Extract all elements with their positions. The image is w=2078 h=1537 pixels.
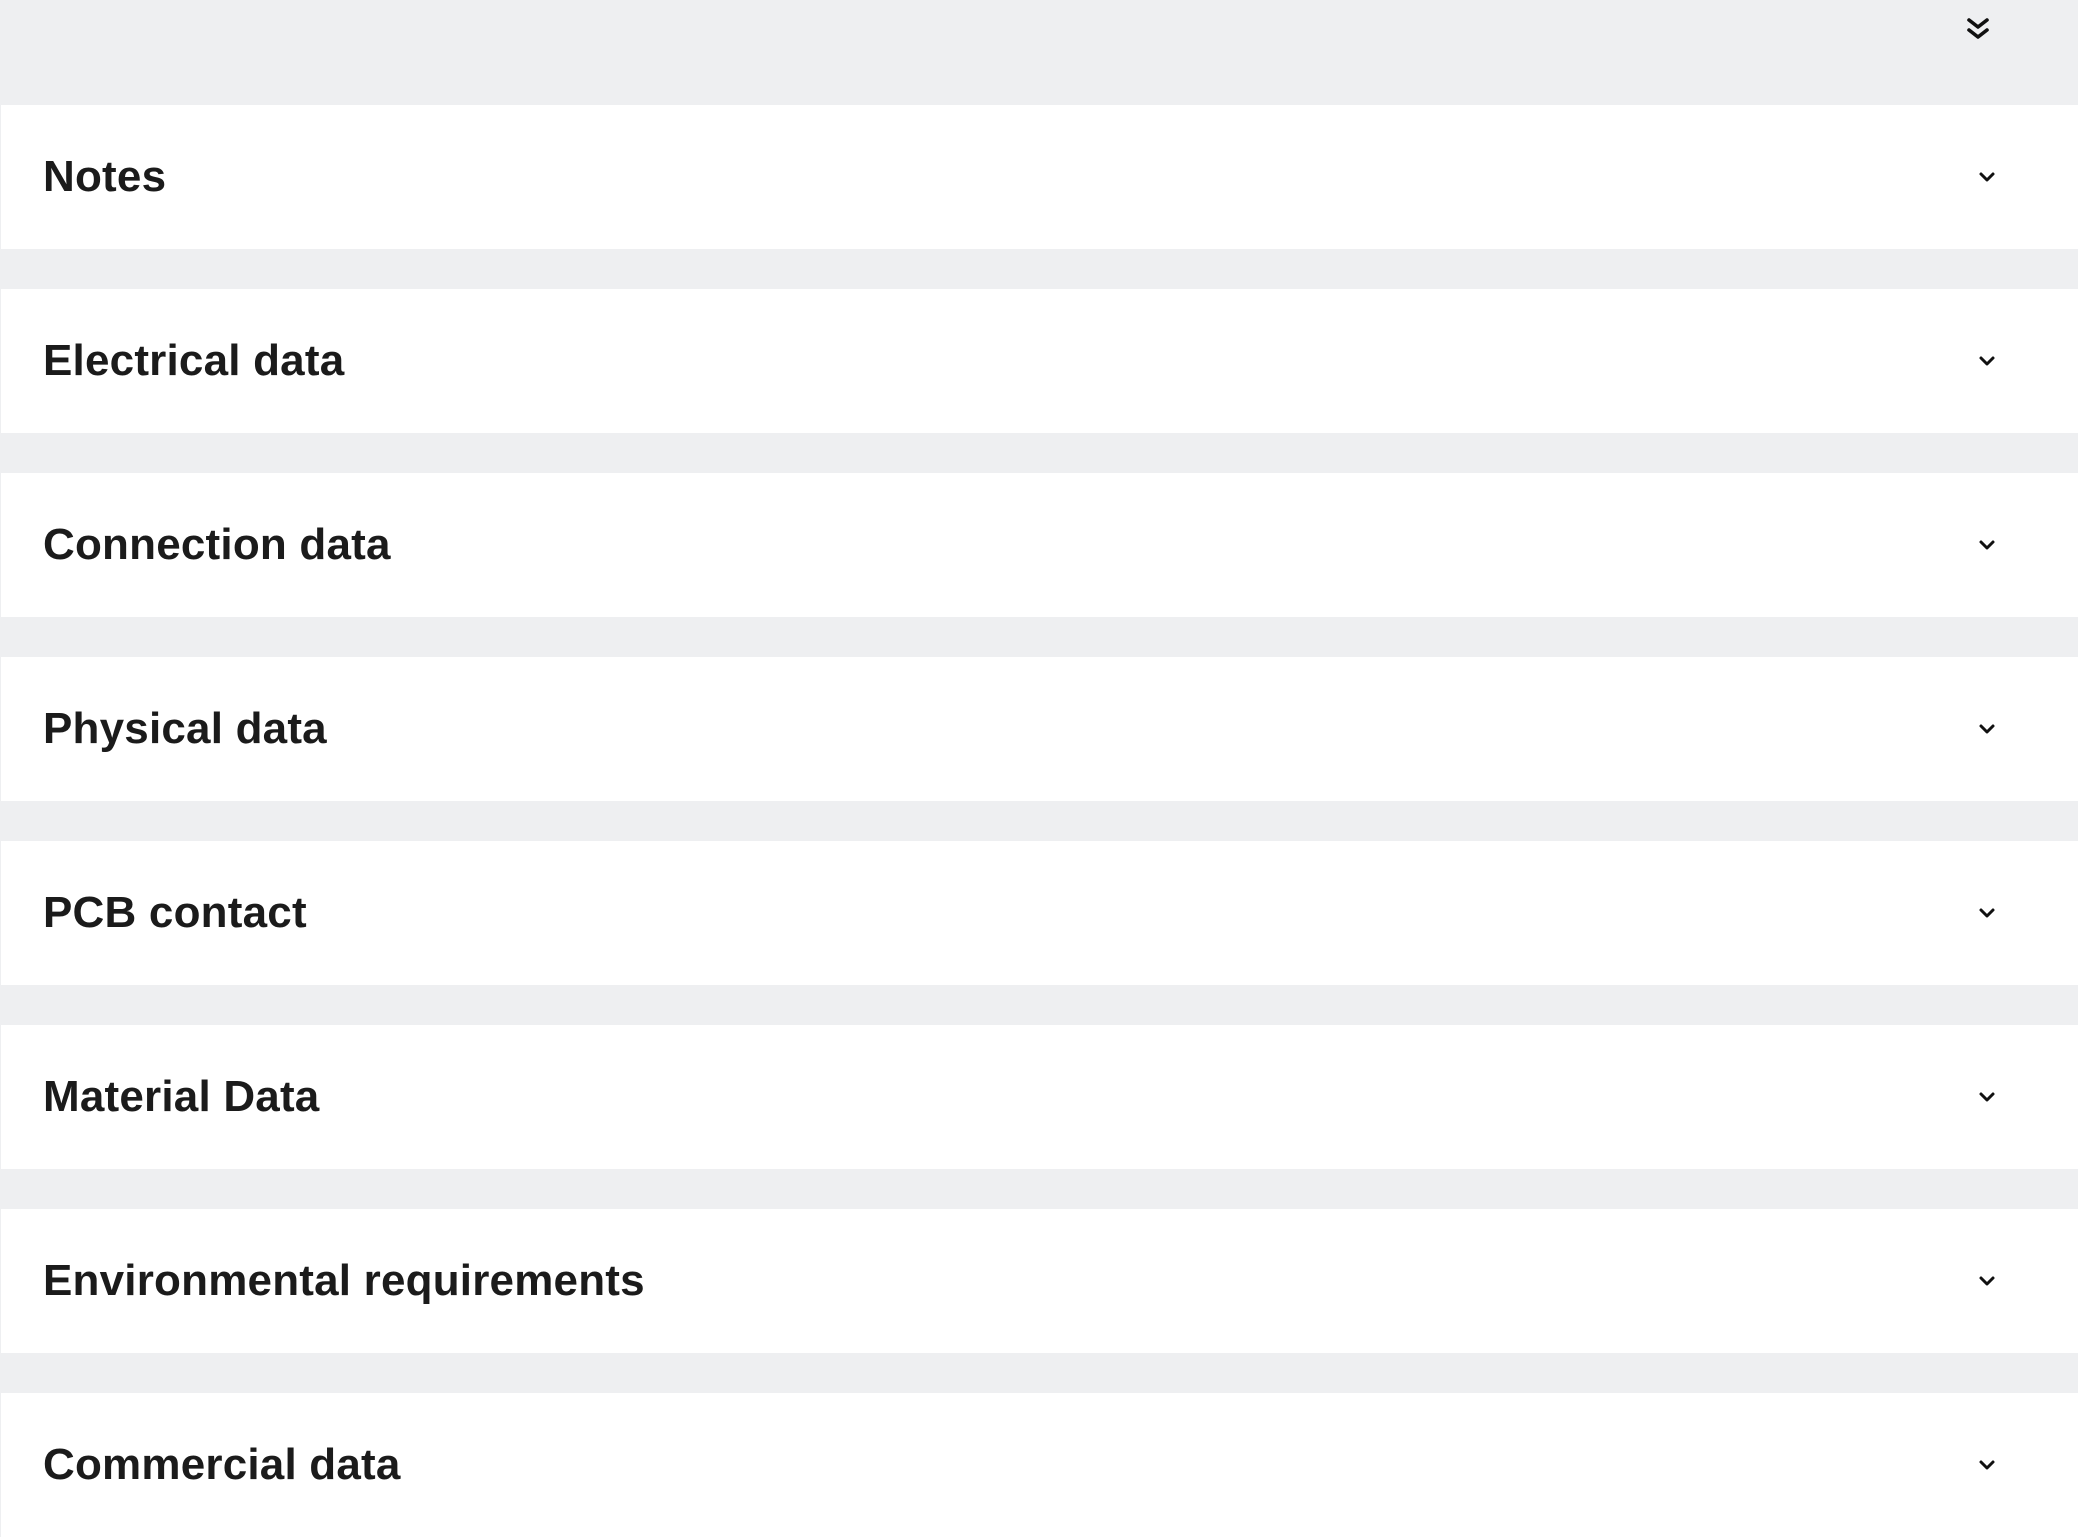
chevron-down-icon xyxy=(1972,1266,2002,1296)
section-electrical-data[interactable]: Electrical data xyxy=(1,289,2078,433)
accordion-list: Notes Electrical data Connection data Ph… xyxy=(1,105,2078,1537)
chevron-down-icon xyxy=(1972,1450,2002,1480)
section-commercial-data[interactable]: Commercial data xyxy=(1,1393,2078,1537)
section-title: Electrical data xyxy=(43,336,345,385)
chevron-down-icon xyxy=(1972,162,2002,192)
expand-all-button[interactable] xyxy=(1960,11,1996,47)
accordion-toolbar xyxy=(0,0,2078,105)
section-material-data[interactable]: Material Data xyxy=(1,1025,2078,1169)
section-notes[interactable]: Notes xyxy=(1,105,2078,249)
section-connection-data[interactable]: Connection data xyxy=(1,473,2078,617)
double-chevron-down-icon xyxy=(1967,18,1989,39)
chevron-down-icon xyxy=(1972,530,2002,560)
section-title: Physical data xyxy=(43,704,327,753)
section-title: PCB contact xyxy=(43,888,307,937)
section-physical-data[interactable]: Physical data xyxy=(1,657,2078,801)
section-title: Connection data xyxy=(43,520,391,569)
section-title: Notes xyxy=(43,152,167,201)
chevron-down-icon xyxy=(1972,346,2002,376)
chevron-down-icon xyxy=(1972,714,2002,744)
section-title: Environmental requirements xyxy=(43,1256,645,1305)
section-title: Material Data xyxy=(43,1072,320,1121)
chevron-down-icon xyxy=(1972,898,2002,928)
section-title: Commercial data xyxy=(43,1440,401,1489)
chevron-down-icon xyxy=(1972,1082,2002,1112)
product-details-accordion-page: Notes Electrical data Connection data Ph… xyxy=(0,0,2078,1537)
section-pcb-contact[interactable]: PCB contact xyxy=(1,841,2078,985)
section-environmental-requirements[interactable]: Environmental requirements xyxy=(1,1209,2078,1353)
